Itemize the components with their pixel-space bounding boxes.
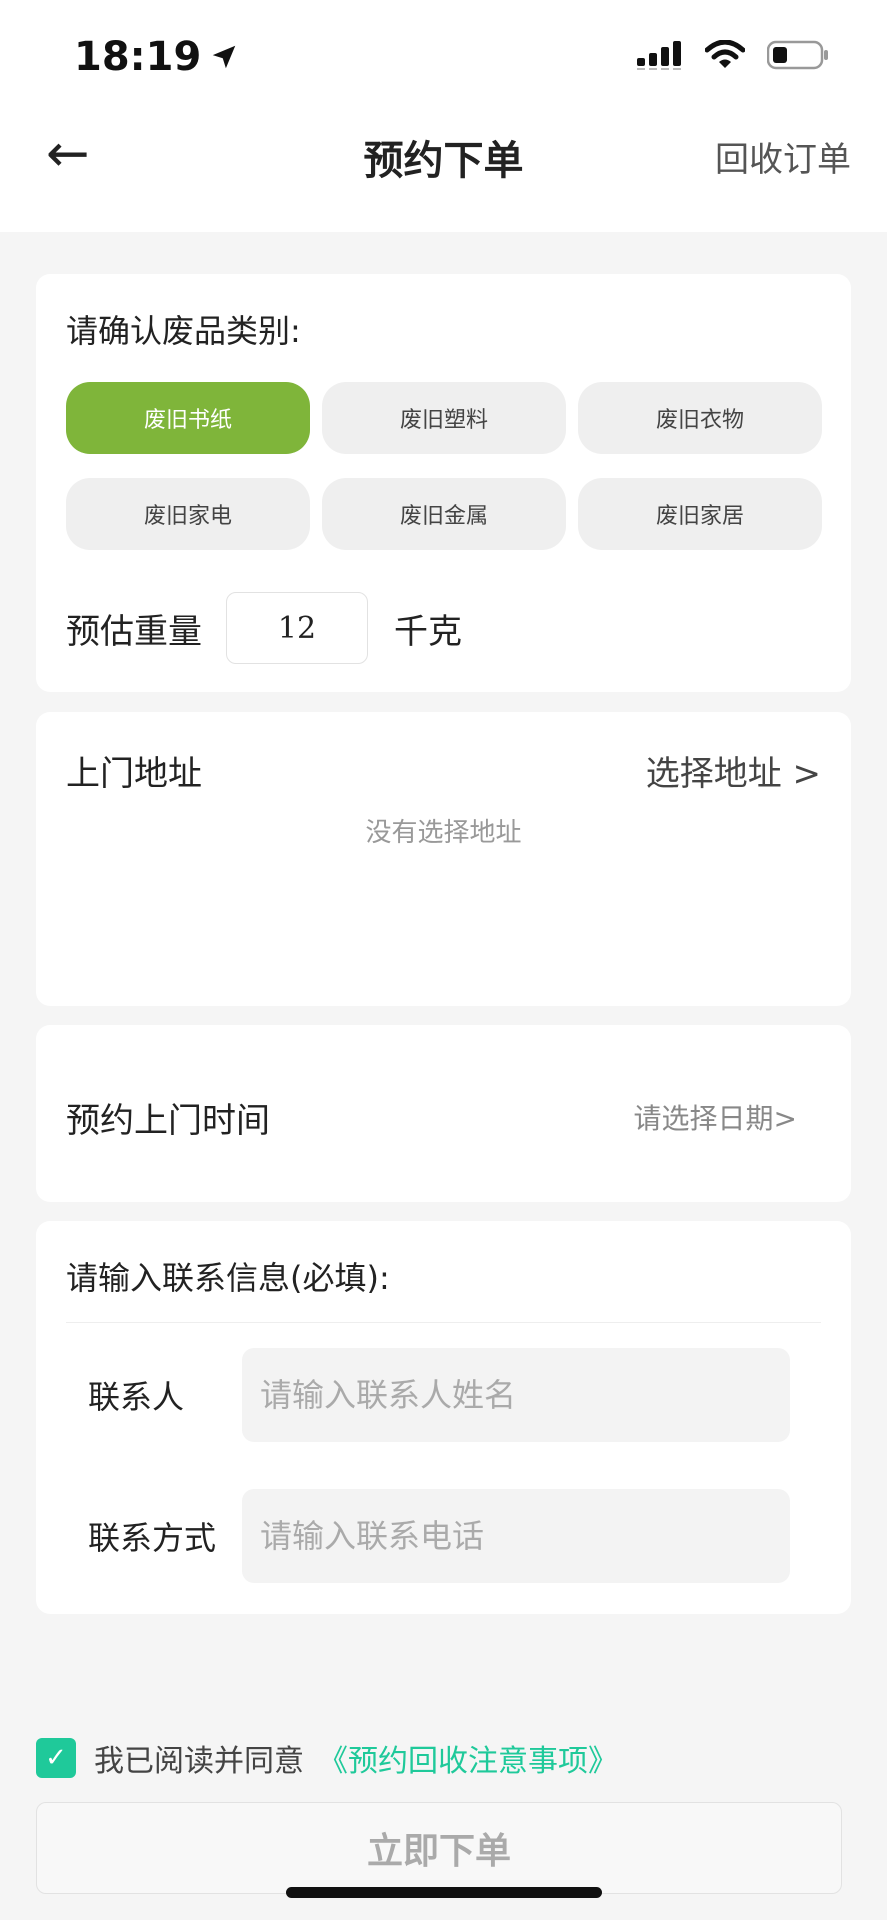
category-option-metal[interactable]: 废旧金属 [322, 478, 566, 550]
weight-label: 预估重量 [66, 611, 202, 652]
weight-row: 预估重量 千克 [66, 592, 462, 664]
contact-phone-input[interactable] [242, 1489, 790, 1583]
pickup-time-label: 预约上门时间 [66, 1101, 270, 1141]
contact-name-label: 联系人 [88, 1378, 185, 1416]
category-card: 请确认废品类别: 废旧书纸 废旧塑料 废旧衣物 废旧家电 废旧金属 废旧家居 预… [36, 274, 851, 692]
wifi-icon [705, 40, 745, 68]
contact-name-row: 联系人 [88, 1348, 790, 1442]
contact-card: 请输入联系信息(必填): 联系人 联系方式 [36, 1221, 851, 1614]
category-heading: 请确认废品类别: [66, 312, 301, 350]
status-time: 18:19 [74, 34, 239, 80]
recycle-orders-link[interactable]: 回收订单 [715, 132, 851, 181]
address-label: 上门地址 [66, 754, 202, 794]
category-option-books-paper[interactable]: 废旧书纸 [66, 382, 310, 454]
weight-input[interactable] [226, 592, 368, 664]
category-option-clothing[interactable]: 废旧衣物 [578, 382, 822, 454]
agreement-notice-link[interactable]: 《预约回收注意事项》 [318, 1736, 618, 1780]
status-icons [637, 40, 829, 70]
category-option-furniture[interactable]: 废旧家居 [578, 478, 822, 550]
location-arrow-icon [213, 45, 236, 69]
contact-divider [66, 1322, 821, 1323]
address-empty-text: 没有选择地址 [365, 818, 522, 848]
battery-icon [767, 40, 828, 70]
checkmark-icon: ✓ [45, 1743, 67, 1773]
select-address-link[interactable]: 选择地址 > [646, 746, 821, 795]
contact-heading: 请输入联系信息(必填): [66, 1259, 390, 1297]
cellular-signal-icon [637, 41, 681, 70]
select-date-link[interactable]: 请选择日期> [634, 1097, 797, 1137]
top-header: 18:19 ← 预约下单 回收订单 [0, 0, 887, 232]
category-option-plastic[interactable]: 废旧塑料 [322, 382, 566, 454]
pickup-time-card[interactable]: 预约上门时间 请选择日期> [36, 1025, 851, 1202]
submit-order-button[interactable]: 立即下单 [36, 1802, 842, 1894]
contact-phone-row: 联系方式 [88, 1489, 790, 1583]
contact-name-input[interactable] [242, 1348, 790, 1442]
address-card: 上门地址 选择地址 > 没有选择地址 [36, 712, 851, 1006]
status-time-text: 18:19 [74, 34, 202, 80]
weight-unit: 千克 [394, 611, 462, 652]
agreement-text: 我已阅读并同意 [94, 1744, 304, 1779]
contact-phone-label: 联系方式 [88, 1519, 217, 1557]
category-option-appliances[interactable]: 废旧家电 [66, 478, 310, 550]
category-options: 废旧书纸 废旧塑料 废旧衣物 废旧家电 废旧金属 废旧家居 [66, 382, 822, 550]
agreement-row: ✓ 我已阅读并同意 《预约回收注意事项》 [36, 1736, 618, 1780]
agreement-checkbox[interactable]: ✓ [36, 1738, 76, 1778]
home-indicator [286, 1887, 602, 1898]
